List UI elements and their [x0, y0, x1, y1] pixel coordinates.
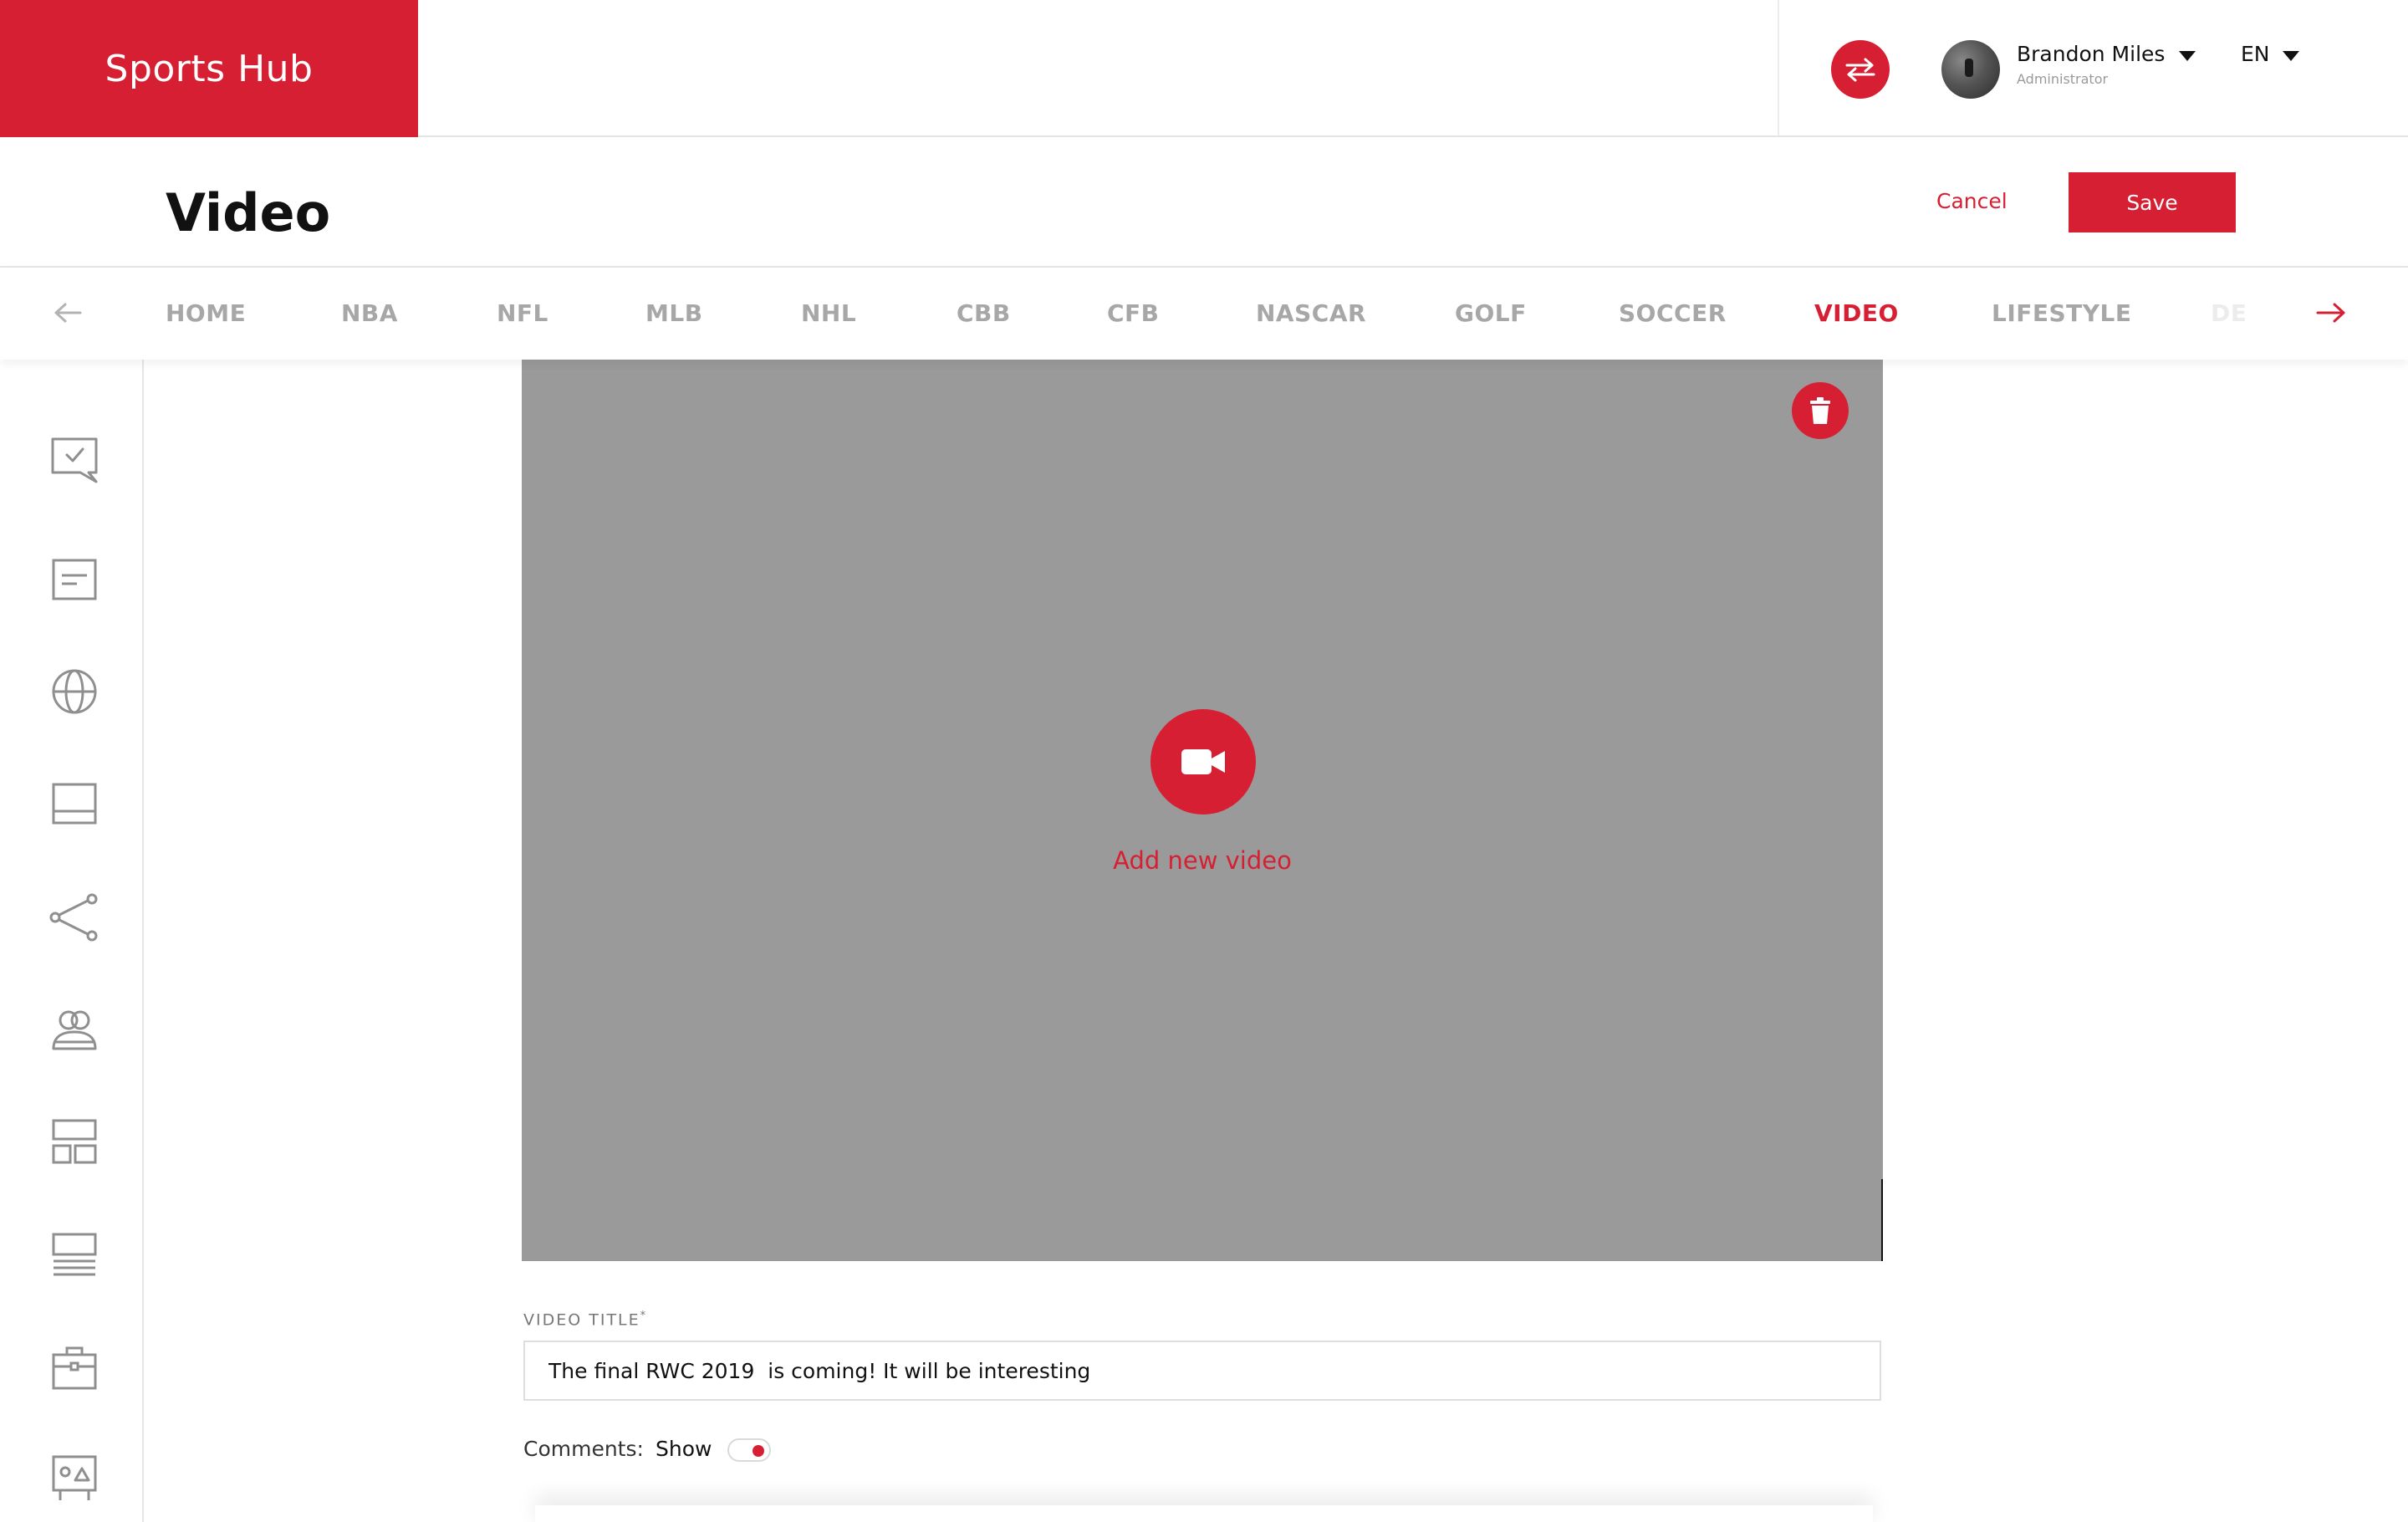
page-title: Video [166, 182, 331, 243]
save-button[interactable]: Save [2069, 172, 2236, 232]
category-nfl[interactable]: NFL [497, 299, 548, 327]
language-caret-down-icon[interactable] [2283, 51, 2299, 61]
share-icon[interactable] [48, 891, 100, 943]
add-new-video-link[interactable]: Add new video [1035, 846, 1370, 875]
header-divider [1778, 0, 1779, 135]
category-lifestyle[interactable]: LIFESTYLE [1992, 299, 2132, 327]
required-mark: * [640, 1310, 646, 1322]
arrow-left-icon[interactable] [54, 301, 82, 328]
category-video[interactable]: VIDEO [1814, 299, 1899, 327]
category-home[interactable]: HOME [166, 299, 246, 327]
user-menu-caret-down-icon[interactable] [2179, 51, 2196, 61]
list-icon[interactable] [48, 1229, 100, 1281]
brand-logo[interactable]: Sports Hub [0, 0, 418, 137]
category-cfb[interactable]: CFB [1107, 299, 1160, 327]
video-title-label: VIDEO TITLE* [523, 1310, 645, 1329]
video-edge-line [1881, 1179, 1883, 1261]
comments-toggle[interactable] [727, 1438, 771, 1462]
comments-state-label: Show [656, 1437, 712, 1461]
category-soccer[interactable]: SOCCER [1619, 299, 1727, 327]
cancel-button[interactable]: Cancel [1936, 189, 2008, 213]
video-title-label-text: VIDEO TITLE [523, 1310, 640, 1330]
category-golf[interactable]: GOLF [1455, 299, 1527, 327]
arrow-right-icon[interactable] [2316, 301, 2346, 328]
comment-check-icon[interactable] [48, 435, 100, 487]
briefcase-icon[interactable] [48, 1341, 100, 1393]
toggle-knob [752, 1445, 764, 1457]
category-nascar[interactable]: NASCAR [1256, 299, 1366, 327]
swap-arrows-icon[interactable] [1831, 40, 1890, 99]
category-de[interactable]: DE [2211, 299, 2247, 327]
next-card-edge [535, 1505, 1873, 1522]
video-camera-icon[interactable] [1150, 709, 1256, 815]
page-header: Video Cancel Save [0, 139, 2408, 266]
blocks-icon[interactable] [48, 1116, 100, 1167]
layout-icon[interactable] [48, 778, 100, 830]
category-cbb[interactable]: CBB [957, 299, 1011, 327]
user-role: Administrator [2017, 71, 2109, 87]
user-info[interactable]: Brandon Miles Administrator [2017, 42, 2165, 87]
trash-icon[interactable] [1792, 382, 1849, 439]
user-avatar[interactable] [1941, 40, 2000, 99]
language-selector[interactable]: EN [2241, 42, 2270, 66]
brand-name: Sports Hub [105, 47, 314, 90]
image-icon[interactable] [48, 1452, 100, 1504]
category-nba[interactable]: NBA [341, 299, 398, 327]
video-title-input[interactable] [523, 1341, 1881, 1401]
user-name: Brandon Miles [2017, 42, 2166, 66]
comments-label: Comments: [523, 1437, 644, 1461]
category-mlb[interactable]: MLB [645, 299, 703, 327]
category-nav: HOME NBA NFL MLB NHL CBB CFB NASCAR GOLF… [0, 266, 2408, 360]
globe-icon[interactable] [48, 666, 100, 718]
left-sidebar [0, 360, 144, 1522]
users-icon[interactable] [48, 1004, 100, 1055]
article-icon[interactable] [48, 554, 100, 605]
top-header: Sports Hub Brandon Miles Administrator E… [0, 0, 2408, 137]
category-nhl[interactable]: NHL [801, 299, 856, 327]
